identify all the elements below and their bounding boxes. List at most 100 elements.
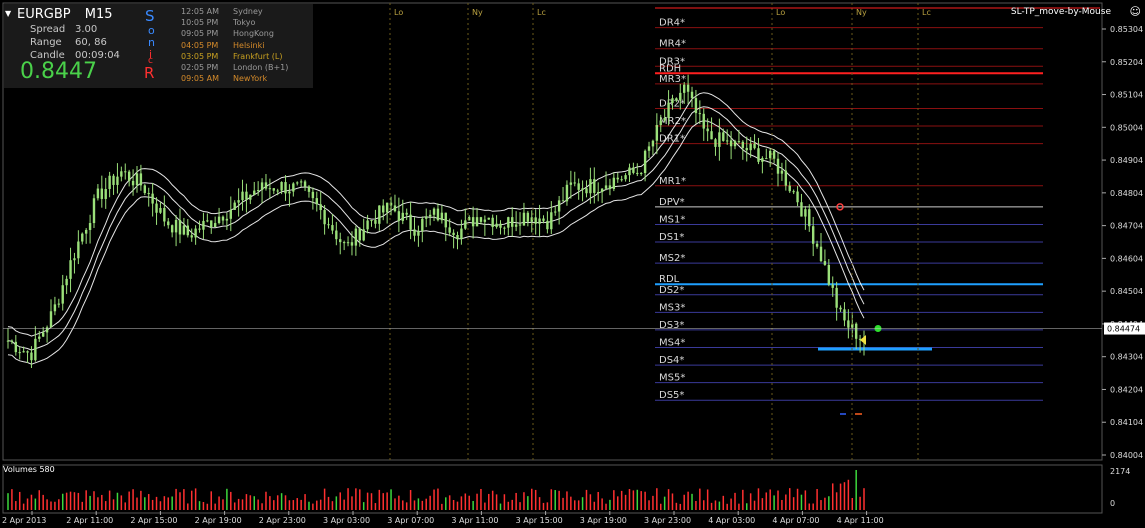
session-time: 03:05 PM <box>181 51 219 61</box>
pivot-label: MS3* <box>659 302 685 313</box>
spread-value: 3.00 <box>75 24 98 35</box>
y-tick-label: 0.84204 <box>1110 385 1143 394</box>
candle-body <box>417 230 420 236</box>
candle-body <box>577 183 580 190</box>
candle-body <box>675 98 678 101</box>
candle-body <box>163 207 166 222</box>
session-mark: Lc <box>537 8 546 17</box>
candle-body <box>733 141 737 147</box>
session-name: London (B+1) <box>233 63 289 72</box>
candle-body <box>319 204 322 211</box>
session-time: 10:05 PM <box>181 18 219 28</box>
candle-body <box>819 246 823 262</box>
candle-body <box>542 218 545 221</box>
candle-body <box>722 132 725 141</box>
candle-body <box>264 182 268 189</box>
candle-body <box>159 207 162 213</box>
sonic-letter: S <box>145 7 155 25</box>
candle-body <box>690 91 694 99</box>
candle-body <box>698 113 702 115</box>
candle-body <box>296 182 299 184</box>
candle-body <box>382 205 385 213</box>
candle-body <box>651 140 655 147</box>
candle-body <box>823 261 827 265</box>
candle-body <box>647 146 651 151</box>
candle-body <box>124 171 127 173</box>
candle-body <box>38 336 41 339</box>
sl-tp-label: SL-TP_move-by-Mouse <box>1010 7 1111 17</box>
candle-body <box>88 223 92 230</box>
candle-body <box>96 188 100 199</box>
candle-body <box>643 150 647 174</box>
candle-body <box>362 229 365 241</box>
session-time: 09:05 PM <box>181 29 219 39</box>
candle-body <box>303 181 307 187</box>
spread-label: Spread <box>30 24 66 35</box>
candle-body <box>405 212 408 215</box>
candle-body <box>202 220 205 230</box>
candle-body <box>683 84 686 93</box>
x-tick-label: 4 Apr 03:00 <box>708 516 755 525</box>
candle-body <box>557 200 561 212</box>
candle-body <box>45 327 49 333</box>
candle-body <box>186 225 189 236</box>
candle-body <box>753 143 756 149</box>
candle-body <box>385 202 389 213</box>
envelope-bands <box>7 92 865 365</box>
candle-body <box>616 177 619 180</box>
candle-body <box>10 340 14 342</box>
candle-body <box>800 202 803 217</box>
candle-body <box>409 214 412 230</box>
candle-body <box>284 182 287 194</box>
candle-body <box>526 212 530 222</box>
pivot-label: DS2* <box>659 285 684 296</box>
candle-body <box>104 189 107 199</box>
candle-body <box>483 219 487 222</box>
sonic-letter: o <box>148 24 155 37</box>
candle-body <box>378 205 381 224</box>
candle-body <box>671 98 674 103</box>
pivot-label: MS4* <box>659 338 685 349</box>
y-tick-label: 0.84704 <box>1110 222 1143 231</box>
candle-body <box>280 182 283 191</box>
candle-body <box>491 217 494 228</box>
candle-body <box>374 220 377 224</box>
candle-body <box>663 117 666 121</box>
candle-body <box>425 216 428 219</box>
candle-body <box>569 182 573 185</box>
candle-body <box>92 198 96 224</box>
bid-price: 0.8447 <box>20 59 97 84</box>
candle-body <box>147 193 150 195</box>
candle-body <box>6 340 10 342</box>
candle-body <box>307 186 311 192</box>
candle-body <box>108 175 111 190</box>
session-time: 04:05 PM <box>181 40 219 50</box>
candle-body <box>835 287 838 308</box>
session-name: Frankfurt (L) <box>233 51 283 61</box>
candle-body <box>268 188 272 190</box>
pivot-label: RDL <box>659 274 680 285</box>
candle-body <box>428 214 432 217</box>
candle-body <box>346 242 350 244</box>
volume-axis-label: 2174 <box>1110 467 1130 476</box>
candle-body <box>229 209 232 219</box>
candle-body <box>116 176 119 185</box>
candle-body <box>288 191 291 194</box>
candle-body <box>401 212 404 221</box>
candle-body <box>315 198 318 205</box>
candle-body <box>686 84 690 92</box>
candle-body <box>464 220 467 229</box>
candle-body <box>69 260 72 279</box>
candle-body <box>745 147 748 151</box>
candle-body <box>84 229 88 234</box>
y-tick-label: 0.85004 <box>1110 123 1143 132</box>
candle-body <box>694 98 698 114</box>
menu-triangle-icon[interactable]: ▼ <box>5 10 11 18</box>
range-value: 60, 86 <box>75 37 107 48</box>
candle-body <box>804 209 807 217</box>
candle-body <box>573 182 576 184</box>
x-tick-label: 3 Apr 19:00 <box>580 516 627 525</box>
candle-body <box>843 309 846 321</box>
candle-body <box>534 217 537 224</box>
candle-body <box>256 190 260 192</box>
